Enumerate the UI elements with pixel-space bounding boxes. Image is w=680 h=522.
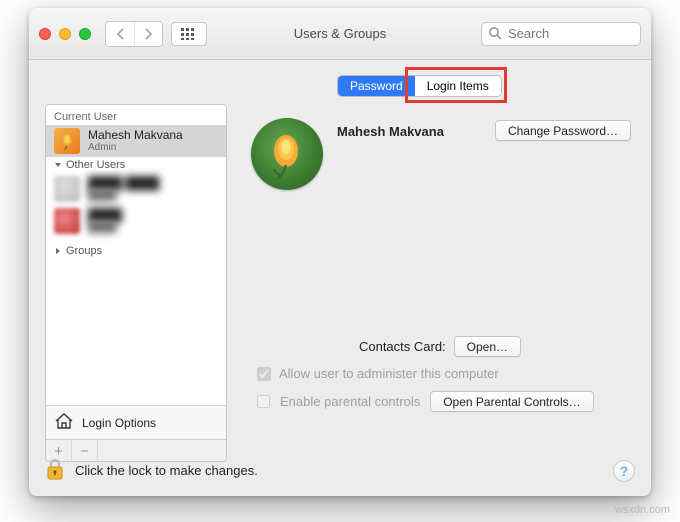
- open-contacts-button[interactable]: Open…: [454, 336, 521, 357]
- watermark: wsxdn.com: [615, 504, 670, 516]
- parental-checkbox-label: Enable parental controls: [280, 394, 420, 409]
- user-name: ████ ████: [88, 177, 159, 190]
- user-text: ████ ████: [88, 209, 122, 233]
- user-text: Mahesh Makvana Admin: [88, 129, 183, 153]
- tab-password[interactable]: Password: [338, 76, 415, 96]
- lock-text: Click the lock to make changes.: [75, 463, 258, 478]
- close-button[interactable]: [39, 28, 51, 40]
- window-body: Password Login Items Current User: [29, 60, 651, 496]
- current-user-label: Current User: [46, 105, 226, 125]
- contacts-row: Contacts Card: Open…: [245, 336, 635, 357]
- parental-checkbox[interactable]: [257, 395, 270, 408]
- flower-icon: [260, 127, 314, 181]
- avatar-thumb: [54, 128, 80, 154]
- triangle-down-icon: [54, 161, 62, 169]
- window-controls: [39, 28, 91, 40]
- detail-user-name: Mahesh Makvana: [337, 124, 444, 139]
- tab-login-items[interactable]: Login Items: [415, 76, 501, 96]
- admin-checkbox-label: Allow user to administer this computer: [279, 366, 499, 381]
- avatar-thumb: [54, 208, 80, 234]
- chevron-right-icon: [144, 28, 153, 40]
- sidebar-other-user-1[interactable]: ████ ████ ████: [46, 173, 226, 205]
- house-icon: [54, 412, 74, 433]
- detail-pane: Mahesh Makvana Change Password… Contacts…: [245, 104, 635, 426]
- toolbar: Users & Groups: [29, 8, 651, 60]
- footer: Click the lock to make changes. ?: [45, 457, 635, 484]
- sidebar-other-user-2[interactable]: ████ ████: [46, 205, 226, 237]
- show-all-button[interactable]: [171, 22, 207, 46]
- minimize-button[interactable]: [59, 28, 71, 40]
- triangle-right-icon: [54, 247, 62, 255]
- chevron-left-icon: [116, 28, 125, 40]
- user-name: Mahesh Makvana: [88, 129, 183, 142]
- grid-icon: [181, 28, 197, 40]
- avatar-thumb: [54, 176, 80, 202]
- search-icon: [488, 26, 502, 43]
- groups-label: Groups: [66, 245, 102, 257]
- controls-lower: Allow user to administer this computer E…: [245, 366, 635, 412]
- sidebar-scroll: Current User Mahesh Makvana Admin: [46, 105, 226, 405]
- parental-row: Enable parental controls Open Parental C…: [245, 391, 635, 412]
- open-parental-controls-button[interactable]: Open Parental Controls…: [430, 391, 593, 412]
- users-sidebar: Current User Mahesh Makvana Admin: [45, 104, 227, 462]
- flower-icon: [58, 132, 76, 150]
- other-users-label: Other Users: [66, 159, 125, 171]
- zoom-button[interactable]: [79, 28, 91, 40]
- tab-bar: Password Login Items: [337, 75, 502, 97]
- change-password-button[interactable]: Change Password…: [495, 120, 631, 141]
- login-options-row[interactable]: Login Options: [46, 405, 226, 439]
- search-wrap: [481, 22, 641, 46]
- search-input[interactable]: [481, 22, 641, 46]
- prefs-window: Users & Groups Password Login Items Curr…: [29, 8, 651, 496]
- nav-buttons: [105, 21, 163, 47]
- forward-button[interactable]: [134, 22, 162, 46]
- user-name: ████: [88, 209, 122, 222]
- user-role: Admin: [88, 142, 183, 153]
- back-button[interactable]: [106, 22, 134, 46]
- user-role: ████: [88, 222, 122, 233]
- admin-check-row: Allow user to administer this computer: [245, 366, 635, 381]
- other-users-disclosure[interactable]: Other Users: [46, 157, 226, 173]
- change-password-wrap: Change Password…: [495, 120, 631, 141]
- login-options-label: Login Options: [82, 416, 156, 430]
- contacts-label: Contacts Card:: [359, 339, 446, 354]
- user-avatar[interactable]: [251, 118, 323, 190]
- help-button[interactable]: ?: [613, 460, 635, 482]
- lock-icon[interactable]: [45, 457, 65, 484]
- admin-checkbox[interactable]: [257, 367, 271, 381]
- user-role: ████: [88, 190, 159, 201]
- groups-disclosure[interactable]: Groups: [46, 243, 226, 259]
- sidebar-current-user[interactable]: Mahesh Makvana Admin: [46, 125, 226, 157]
- user-text: ████ ████ ████: [88, 177, 159, 201]
